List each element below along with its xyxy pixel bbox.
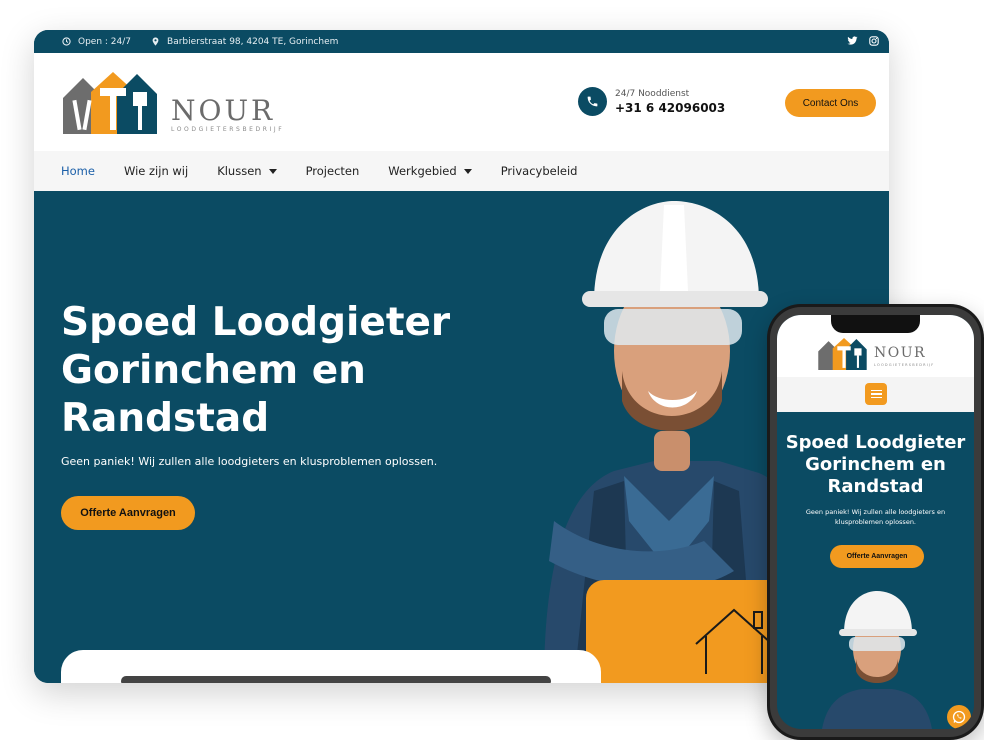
mobile-plumber-photo bbox=[822, 591, 932, 729]
hero-title: Spoed Loodgieter Gorinchem en Randstad bbox=[61, 300, 451, 441]
nav-item-projects[interactable]: Projecten bbox=[306, 164, 360, 178]
mobile-logo-wordmark: NOUR bbox=[874, 345, 927, 361]
chevron-down-icon bbox=[463, 168, 472, 174]
hero-section: Spoed Loodgieter Gorinchem en Randstad G… bbox=[34, 191, 889, 683]
nour-logo[interactable]: NOUR LOODGIETERSBEDRIJF bbox=[61, 70, 301, 136]
location-pin-icon bbox=[152, 37, 159, 46]
mobile-phone-mockup: NOUR LOODGIETERSBEDRIJF Spoed Loodgieter… bbox=[767, 304, 984, 740]
nav-item-area[interactable]: Werkgebied bbox=[388, 164, 472, 178]
emergency-call[interactable]: 24/7 Nooddienst +31 6 42096003 bbox=[578, 87, 725, 116]
nav-label-home: Home bbox=[61, 164, 95, 178]
mobile-request-quote-button[interactable]: Offerte Aanvragen bbox=[830, 545, 924, 568]
address: Barbierstraat 98, 4204 TE, Gorinchem bbox=[151, 37, 338, 47]
opening-hours-text: Open : 24/7 bbox=[78, 36, 132, 47]
desktop-site-mockup: Open : 24/7 Barbierstraat 98, 4204 TE, G… bbox=[34, 30, 889, 683]
site-header: NOUR LOODGIETERSBEDRIJF 24/7 Nooddienst … bbox=[34, 53, 889, 151]
nav-label-area: Werkgebied bbox=[388, 164, 457, 178]
clock-icon bbox=[62, 37, 71, 46]
mockup-stage: Open : 24/7 Barbierstraat 98, 4204 TE, G… bbox=[0, 0, 984, 740]
card-heading-partial bbox=[121, 676, 551, 683]
social-links bbox=[846, 35, 880, 47]
mobile-hero-subtitle: Geen paniek! Wij zullen alle loodgieters… bbox=[805, 508, 946, 526]
hamburger-menu-icon[interactable] bbox=[865, 383, 887, 405]
nav-label-about: Wie zijn wij bbox=[123, 164, 189, 178]
chevron-down-icon bbox=[268, 168, 277, 174]
mobile-hero-title: Spoed Loodgieter Gorinchem en Randstad bbox=[785, 432, 966, 497]
logo-tagline: LOODGIETERSBEDRIJF bbox=[171, 126, 285, 133]
houses-tools-logo-icon bbox=[818, 338, 867, 370]
nav-item-about[interactable]: Wie zijn wij bbox=[124, 164, 188, 178]
mobile-screen: NOUR LOODGIETERSBEDRIJF Spoed Loodgieter… bbox=[777, 315, 974, 729]
address-text: Barbierstraat 98, 4204 TE, Gorinchem bbox=[167, 36, 339, 47]
top-info-bar: Open : 24/7 Barbierstraat 98, 4204 TE, G… bbox=[34, 30, 889, 53]
main-navigation: Home Wie zijn wij Klussen Projecten Werk… bbox=[34, 151, 889, 191]
mobile-nour-logo[interactable]: NOUR LOODGIETERSBEDRIJF bbox=[817, 337, 947, 371]
call-text: 24/7 Nooddienst +31 6 42096003 bbox=[615, 89, 725, 115]
mobile-logo-tagline: LOODGIETERSBEDRIJF bbox=[874, 363, 935, 367]
instagram-icon[interactable] bbox=[868, 35, 880, 47]
call-label: 24/7 Nooddienst bbox=[615, 88, 690, 99]
house-outline-icon bbox=[695, 608, 773, 674]
request-quote-button[interactable]: Offerte Aanvragen bbox=[61, 496, 195, 530]
phone-icon bbox=[578, 87, 607, 116]
phone-notch bbox=[831, 315, 920, 333]
contact-button[interactable]: Contact Ons bbox=[785, 89, 876, 117]
opening-hours: Open : 24/7 bbox=[62, 37, 131, 47]
whatsapp-icon[interactable] bbox=[947, 705, 971, 729]
nav-label-privacy: Privacybeleid bbox=[500, 164, 578, 178]
feature-card bbox=[61, 650, 601, 683]
nav-label-projects: Projecten bbox=[305, 164, 360, 178]
nav-item-privacy[interactable]: Privacybeleid bbox=[501, 164, 578, 178]
nav-item-home[interactable]: Home bbox=[61, 164, 95, 178]
call-number[interactable]: +31 6 42096003 bbox=[615, 101, 725, 115]
logo-wordmark: NOUR bbox=[171, 94, 276, 127]
twitter-icon[interactable] bbox=[846, 35, 858, 47]
nav-label-jobs: Klussen bbox=[217, 164, 262, 178]
nav-item-jobs[interactable]: Klussen bbox=[217, 164, 277, 178]
houses-tools-logo-icon bbox=[63, 72, 157, 134]
hero-subtitle: Geen paniek! Wij zullen alle loodgieters… bbox=[61, 455, 438, 468]
